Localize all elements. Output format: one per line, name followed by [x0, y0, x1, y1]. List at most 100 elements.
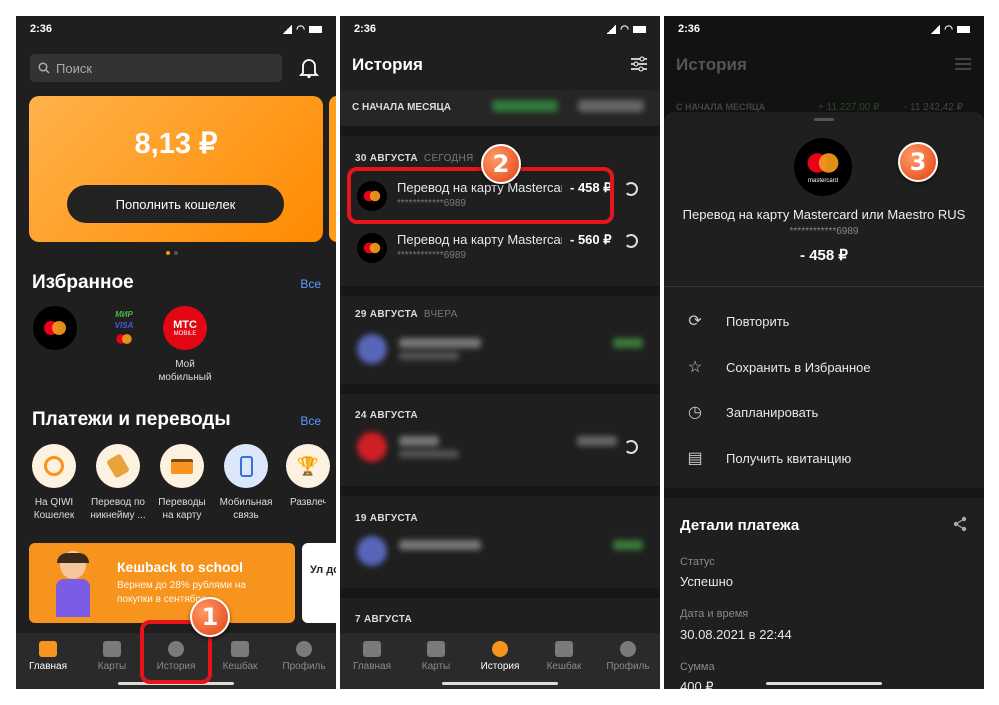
- nav-label: Профиль: [282, 661, 326, 672]
- field-value: 400 ₽: [680, 679, 714, 689]
- nav-cards[interactable]: Карты: [406, 641, 466, 672]
- nav-label: Главная: [352, 661, 392, 672]
- star-icon: ☆: [687, 359, 703, 376]
- payments-row: На QIWI Кошелек Перевод по никнейму ... …: [24, 444, 336, 522]
- battery-icon: [633, 25, 646, 33]
- sheet-handle[interactable]: [814, 118, 834, 121]
- transaction-row-blurred[interactable]: [357, 430, 647, 464]
- percent-icon: [555, 641, 573, 657]
- nav-label: Кешбак: [222, 661, 258, 672]
- promo-banner-2[interactable]: Ул до: [302, 543, 336, 623]
- nav-home[interactable]: Главная: [18, 641, 78, 672]
- filter-icon[interactable]: [630, 56, 648, 72]
- transaction-row-2[interactable]: Перевод на карту Mastercard или Maestro …: [340, 224, 660, 274]
- mastercard-icon: [44, 321, 66, 335]
- mir-icon: МИР: [115, 310, 133, 319]
- transaction-name: Перевод на карту Mastercard или Maestro …: [397, 232, 562, 247]
- topup-button[interactable]: Пополнить кошелек: [67, 185, 284, 223]
- action-schedule[interactable]: ◷ Запланировать: [684, 401, 818, 423]
- separator: [340, 384, 660, 394]
- details-sheet: mastercard Перевод на карту Mastercard и…: [664, 112, 984, 689]
- nav-cashback[interactable]: Кешбак: [210, 641, 270, 672]
- repeat-icon[interactable]: [624, 234, 638, 248]
- promo-text: Вернем до 28% рублями на покупки в сентя…: [117, 580, 246, 605]
- search-input[interactable]: Поиск: [30, 54, 282, 82]
- profile-icon: [296, 641, 312, 657]
- clock-icon: ◷: [688, 404, 702, 421]
- nav-profile[interactable]: Профиль: [598, 641, 658, 672]
- nav-profile[interactable]: Профиль: [274, 641, 334, 672]
- clock-icon: [492, 641, 508, 657]
- favorite-mts[interactable]: МТС MOBILE: [163, 306, 207, 350]
- payment-mobile[interactable]: Мобильная связь: [216, 444, 276, 522]
- payments-title: Платежи и переводы: [32, 409, 231, 430]
- next-card-peek[interactable]: [329, 96, 336, 242]
- transaction-row-blurred[interactable]: [357, 534, 647, 568]
- nav-home[interactable]: Главная: [342, 641, 402, 672]
- favorite-mastercard[interactable]: [33, 306, 77, 350]
- period-expense: [578, 100, 644, 112]
- promo2-text: Ул до: [310, 564, 336, 576]
- history-title: История: [352, 55, 423, 74]
- nav-label: Кешбак: [546, 661, 582, 672]
- payment-amount: - 458 ₽: [800, 247, 848, 264]
- payment-label: Переводы на карту: [158, 497, 206, 521]
- payment-name: Перевод на карту Mastercard или Maestro …: [682, 207, 966, 222]
- nav-label: Карты: [421, 661, 451, 672]
- details-section-title: Детали платежа: [680, 517, 800, 534]
- date-label: 24 АВГУСТА: [355, 410, 418, 421]
- action-receipt[interactable]: ▤ Получить квитанцию: [684, 447, 851, 469]
- home-indicator: [766, 682, 882, 685]
- payment-qiwi[interactable]: На QIWI Кошелек: [24, 444, 84, 522]
- card-icon: [160, 444, 204, 488]
- field-label: Дата и время: [680, 608, 749, 620]
- action-label: Повторить: [726, 313, 790, 329]
- signal-icon: [606, 24, 617, 34]
- wallet-card[interactable]: 8,13 ₽ Пополнить кошелек: [29, 96, 323, 242]
- promo-banner[interactable]: Кешback to school Вернем до 28% рублями …: [29, 543, 295, 623]
- signal-icon: [930, 24, 941, 34]
- field-value: Успешно: [680, 574, 733, 589]
- payment-label: Мобильная связь: [219, 497, 273, 521]
- section-separator: [664, 488, 984, 498]
- nav-cards[interactable]: Карты: [82, 641, 142, 672]
- status-bar: 2:36 ◠: [16, 16, 336, 42]
- date-label: 30 АВГУСТА: [355, 153, 418, 164]
- date-header: 7 АВГУСТА: [355, 614, 418, 625]
- battery-icon: [957, 25, 970, 33]
- nav-cashback[interactable]: Кешбак: [534, 641, 594, 672]
- repeat-icon[interactable]: [624, 182, 638, 196]
- nav-label: Профиль: [606, 661, 650, 672]
- nav-history[interactable]: История: [470, 641, 530, 672]
- status-bar: 2:36 ◠: [340, 16, 660, 42]
- favorite-cards[interactable]: МИР VISA: [102, 306, 146, 350]
- search-placeholder: Поиск: [56, 60, 93, 76]
- home-screen: 2:36 ◠ Поиск 8,13 ₽ Пополнить кошелек Из…: [16, 16, 336, 689]
- mts-logo: МТС: [173, 319, 197, 331]
- step-badge-2: 2: [481, 144, 521, 184]
- wifi-icon: ◠: [944, 23, 953, 35]
- nav-label: Главная: [28, 661, 68, 672]
- transaction-amount: - 560 ₽: [570, 232, 612, 247]
- payment-card-transfer[interactable]: Переводы на карту: [152, 444, 212, 522]
- favorites-all-link[interactable]: Все: [300, 277, 321, 291]
- bell-icon[interactable]: [299, 57, 319, 79]
- nav-label: Карты: [97, 661, 127, 672]
- profile-icon: [620, 641, 636, 657]
- period-bar[interactable]: С НАЧАЛА МЕСЯЦА: [340, 90, 660, 126]
- action-repeat[interactable]: ⟳ Повторить: [684, 310, 789, 332]
- payment-label: Развлечения: [290, 497, 326, 508]
- action-favorite[interactable]: ☆ Сохранить в Избранное: [684, 356, 871, 378]
- payments-all-link[interactable]: Все: [300, 414, 321, 428]
- date-header: 24 АВГУСТА: [355, 410, 424, 421]
- promo-title: Кешback to school: [117, 559, 244, 575]
- payment-entertainment[interactable]: 🏆 Развлечения: [280, 444, 336, 522]
- repeat-icon[interactable]: [624, 440, 638, 454]
- date-header: 19 АВГУСТА: [355, 513, 424, 524]
- share-icon[interactable]: [952, 516, 968, 532]
- phone-icon: [224, 444, 268, 488]
- bottom-nav: Главная Карты История Кешбак Профиль: [340, 633, 660, 689]
- transaction-row-blurred[interactable]: [357, 332, 647, 366]
- payment-nickname[interactable]: Перевод по никнейму ...: [88, 444, 148, 522]
- favorites-title: Избранное: [32, 272, 134, 293]
